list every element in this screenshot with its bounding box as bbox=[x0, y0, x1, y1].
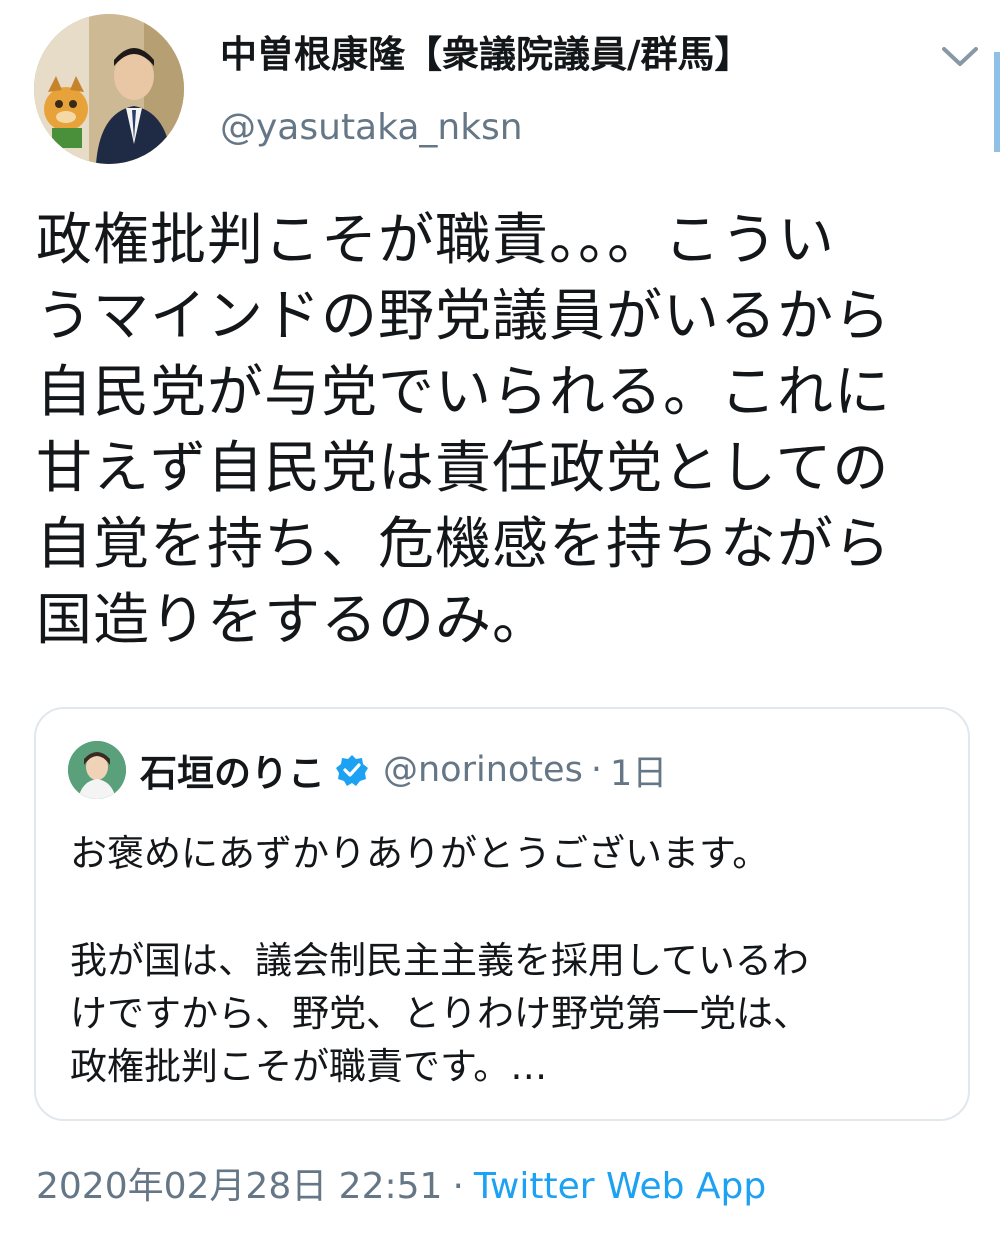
tweet-meta: 2020年02月28日 22:51 · Twitter Web App bbox=[36, 1162, 766, 1212]
quoted-text-line: 政権批判こそが職責です。… bbox=[70, 1045, 548, 1088]
tweet-text-line: 政権批判こそが職責。。。こうい bbox=[36, 208, 835, 273]
quoted-tweet-text: お褒めにあずかりありがとうございます。 我が国は、議会制民主主義を採用しているわ… bbox=[70, 827, 950, 1093]
tweet-text-line: 自覚を持ち、危機感を持ちながら bbox=[36, 512, 891, 577]
quoted-text-line: お褒めにあずかりありがとうございます。 bbox=[70, 832, 770, 875]
quoted-avatar-image bbox=[68, 741, 126, 799]
tweet-text-line: 自民党が与党でいられる。これに bbox=[36, 360, 891, 425]
tweet-source-link[interactable]: Twitter Web App bbox=[474, 1166, 766, 1207]
quoted-text-blank-line bbox=[70, 880, 950, 934]
tweet-text-line: 甘えず自民党は責任政党としての bbox=[36, 436, 890, 501]
tweet-text: 政権批判こそが職責。。。こうい うマインドの野党議員がいるから 自民党が与党でい… bbox=[36, 203, 966, 659]
tweet-text-line: うマインドの野党議員がいるから bbox=[36, 284, 891, 349]
author-avatar-image bbox=[34, 14, 184, 164]
verified-badge-icon bbox=[336, 755, 368, 786]
tweet-text-line: 国造りをするのみ。 bbox=[36, 588, 549, 653]
quoted-timestamp[interactable]: 1日 bbox=[610, 745, 667, 796]
author-handle[interactable]: @yasutaka_nksn bbox=[220, 103, 523, 153]
quoted-text-line: けですから、野党、とりわけ野党第一党は、 bbox=[70, 992, 810, 1035]
quoted-tweet-card[interactable]: 石垣のりこ @norinotes · 1日 お褒めにあずかりありがとうございます… bbox=[34, 707, 970, 1121]
quoted-separator: · bbox=[590, 750, 602, 790]
author-avatar[interactable] bbox=[34, 14, 184, 164]
quoted-text-line: 我が国は、議会制民主主義を採用しているわ bbox=[70, 939, 809, 982]
author-display-name[interactable]: 中曽根康隆【衆議院議員/群馬】 bbox=[220, 30, 752, 80]
quoted-tweet-header: 石垣のりこ @norinotes · 1日 bbox=[140, 743, 667, 797]
quoted-author-avatar bbox=[68, 741, 126, 799]
quoted-author-handle[interactable]: @norinotes bbox=[383, 750, 583, 790]
scrollbar[interactable] bbox=[994, 52, 1000, 152]
chevron-down-icon[interactable] bbox=[938, 40, 982, 72]
quoted-author-name[interactable]: 石垣のりこ bbox=[140, 743, 325, 797]
tweet-timestamp[interactable]: 2020年02月28日 22:51 bbox=[36, 1166, 442, 1207]
meta-separator: · bbox=[452, 1166, 464, 1207]
